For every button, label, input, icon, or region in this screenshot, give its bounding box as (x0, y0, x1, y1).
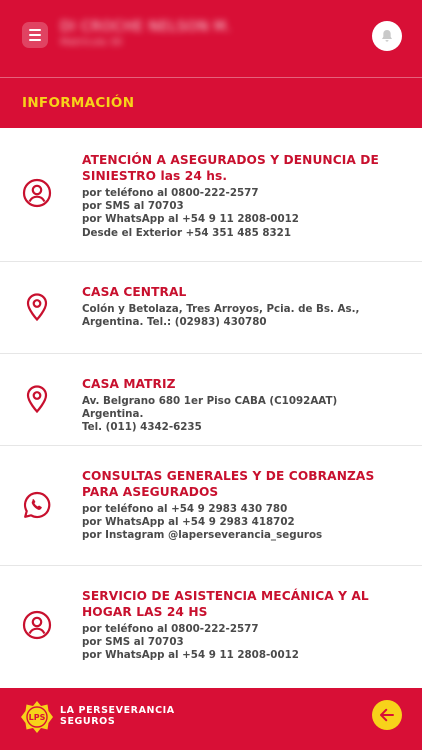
item-detail: por teléfono al 0800-222-2577 (82, 187, 259, 199)
user-info: DI CROCHE NELSON M. Matrícula 30 (60, 18, 231, 50)
user-subtitle: Matrícula 30 (60, 37, 123, 48)
item-title: CONSULTAS GENERALES Y DE COBRANZAS (82, 469, 375, 483)
item-title: ATENCIÓN A ASEGURADOS Y DENUNCIA DE (82, 153, 379, 167)
logo-text: LPS (29, 713, 46, 722)
header-divider (0, 77, 422, 78)
item-title: SINIESTRO las 24 hs. (82, 169, 228, 183)
list-item-attention[interactable]: ATENCIÓN A ASEGURADOS Y DENUNCIA DE SINI… (0, 128, 422, 262)
arrow-left-icon (380, 708, 394, 722)
location-pin-icon (26, 293, 48, 322)
menu-button[interactable] (22, 22, 48, 48)
brand-line-2: SEGUROS (60, 716, 116, 727)
item-detail: Argentina. Tel.: (02983) 430780 (82, 316, 267, 329)
user-circle-icon (22, 178, 52, 208)
list-item-consultas[interactable]: CONSULTAS GENERALES Y DE COBRANZAS PARA … (0, 446, 422, 566)
item-title: PARA ASEGURADOS (82, 485, 219, 499)
hamburger-menu-icon-bar (29, 34, 41, 36)
section-title: INFORMACIÓN (22, 95, 135, 111)
item-title: SERVICIO DE ASISTENCIA MECÁNICA Y AL (82, 589, 369, 603)
user-circle-icon (22, 610, 52, 640)
item-title: HOGAR LAS 24 HS (82, 605, 208, 619)
item-detail: Av. Belgrano 680 1er Piso CABA (C1092AAT… (82, 395, 338, 421)
item-detail: Tel. (011) 4342-6235 (82, 421, 202, 434)
item-detail: por WhatsApp al +54 9 11 2808-0012 (82, 649, 299, 662)
list-item-casa-matriz[interactable]: CASA MATRIZ Av. Belgrano 680 1er Piso CA… (0, 354, 422, 446)
user-name: DI CROCHE NELSON M. (60, 19, 232, 35)
brand-name: LA PERSEVERANCIA SEGUROS (60, 705, 175, 727)
notifications-button[interactable] (372, 21, 402, 51)
item-detail: por SMS al 70703 (82, 200, 184, 213)
bell-icon (382, 30, 392, 42)
item-detail: por SMS al 70703 (82, 636, 184, 649)
item-title: CASA MATRIZ (82, 377, 176, 391)
hamburger-menu-icon (29, 29, 41, 31)
item-detail: por WhatsApp al +54 9 2983 418702 (82, 516, 295, 529)
brand-line-1: LA PERSEVERANCIA (60, 705, 175, 716)
item-title: CASA CENTRAL (82, 285, 187, 299)
item-detail: por teléfono al +54 9 2983 430 780 (82, 503, 288, 515)
item-detail: Colón y Betolaza, Tres Arroyos, Pcia. de… (82, 303, 360, 315)
item-detail: por teléfono al 0800-222-2577 (82, 623, 259, 635)
item-detail: por Instagram @laperseverancia_seguros (82, 529, 323, 542)
app-footer: LPS LA PERSEVERANCIA SEGUROS (0, 688, 422, 750)
back-button[interactable] (372, 700, 402, 730)
list-item-casa-central[interactable]: CASA CENTRAL Colón y Betolaza, Tres Arro… (0, 262, 422, 354)
lps-logo: LPS (21, 701, 53, 733)
list-item-asistencia[interactable]: SERVICIO DE ASISTENCIA MECÁNICA Y AL HOG… (0, 566, 422, 688)
location-pin-icon (26, 385, 48, 414)
item-detail: por WhatsApp al +54 9 11 2808-0012 (82, 213, 299, 226)
whatsapp-icon (23, 491, 51, 519)
item-detail: Desde el Exterior +54 351 485 8321 (82, 226, 291, 239)
app-header: DI CROCHE NELSON M. Matrícula 30 INFORMA… (0, 0, 422, 128)
hamburger-menu-icon-bar (29, 39, 41, 41)
